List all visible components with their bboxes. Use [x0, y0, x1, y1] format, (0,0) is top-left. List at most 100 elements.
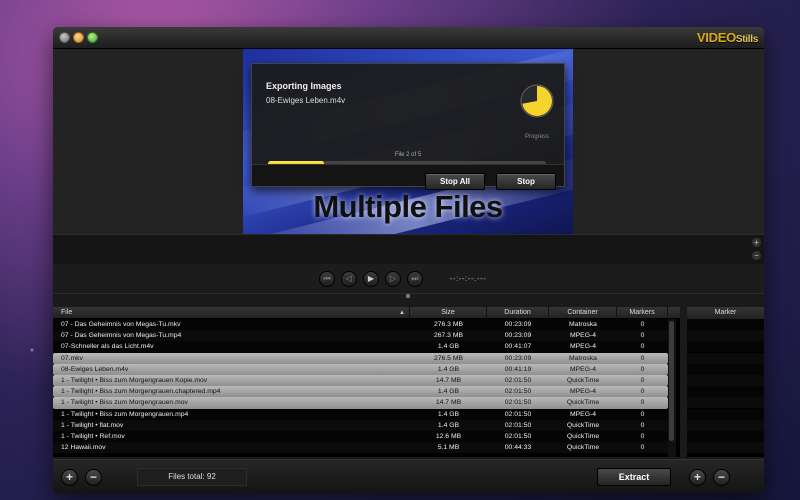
column-file[interactable]: File ▲: [53, 307, 410, 319]
zoom-in-button[interactable]: +: [752, 238, 761, 247]
skip-to-start-icon[interactable]: ⏮: [319, 271, 335, 287]
table-row[interactable]: 1 - Twilight • Biss zum Morgengrauen.mp4…: [53, 408, 668, 420]
export-current-file: 08-Ewiges Leben.m4v: [266, 96, 346, 105]
step-forward-icon[interactable]: ▷: [385, 271, 401, 287]
cell-container: QuickTime: [566, 444, 600, 452]
table-row[interactable]: 1 - Twilight • Ref.mov 12.6 MB 02:01:50 Qui…: [53, 430, 668, 443]
column-duration[interactable]: Duration: [487, 307, 549, 319]
cell-file: 07 - Das Geheimnis von Megas-Tu.mp4: [61, 332, 182, 340]
table-row[interactable]: 07 - Das Geheimnis von Megas-Tu.mkv 276.3…: [53, 319, 668, 331]
table-scrollbar[interactable]: [668, 319, 676, 457]
marker-row[interactable]: [687, 408, 764, 420]
cell-container: MPEG-4: [569, 343, 597, 351]
extract-button[interactable]: Extract: [597, 468, 671, 486]
cell-size: 276.3 MB: [433, 321, 464, 328]
cell-file: 1 - Twilight • Biss zum Morgengrauen.cha…: [61, 388, 221, 396]
marker-row[interactable]: [687, 419, 764, 431]
table-row[interactable]: 1 - Twilight • Biss zum Morgengrauen Kop…: [53, 374, 668, 387]
cell-markers: 0: [640, 444, 645, 452]
skip-to-end-icon[interactable]: ⏭: [407, 271, 423, 287]
table-row[interactable]: 07-Schneller als das Licht.m4v 1.4 GB 00:4…: [53, 341, 668, 353]
marker-row[interactable]: [687, 363, 764, 375]
table-row[interactable]: 07.mkv 276.5 MB 00:23:09 Matroska 0: [53, 352, 668, 364]
column-file-label: File: [61, 309, 73, 316]
cell-duration: 02:01:50: [504, 388, 532, 396]
cell-duration: 02:01:50: [504, 376, 532, 384]
stop-button[interactable]: Stop: [496, 173, 556, 190]
marker-row[interactable]: [687, 341, 764, 353]
zoom-out-button[interactable]: −: [752, 251, 761, 260]
column-container[interactable]: Container: [549, 307, 617, 319]
cell-duration: 02:01:50: [504, 421, 532, 429]
cell-markers: 0: [640, 432, 645, 440]
cell-size: 1.4 GB: [437, 421, 460, 429]
marker-row[interactable]: [687, 375, 764, 386]
video-viewer: Multiple Files Exporting Images 08-Ewige…: [53, 49, 764, 237]
close-window-button[interactable]: [59, 32, 70, 43]
cell-size: 1.4 GB: [437, 410, 460, 418]
cell-file: 1 - Twilight • Biss zum Morgengrauen Kop…: [61, 376, 208, 384]
table-row[interactable]: 1 - Twilight • Biss zum Morgengrauen.cha…: [53, 386, 668, 398]
table-row[interactable]: 1 - Twilight • flat.mov 1.4 GB 02:01:50 Qui…: [53, 419, 668, 431]
stop-all-button[interactable]: Stop All: [425, 173, 485, 190]
table-row[interactable]: 1 - Twilight • Biss zum Morgengrauen.mov…: [53, 397, 668, 409]
timeline-strip[interactable]: [53, 234, 764, 264]
marker-row[interactable]: [687, 442, 764, 454]
cell-markers: 0: [640, 343, 645, 351]
column-size[interactable]: Size: [410, 307, 487, 319]
split-resize-handle[interactable]: [406, 294, 410, 298]
cell-size: 1.4 GB: [437, 365, 460, 373]
table-row[interactable]: 08-Ewiges Leben.m4v 1.4 GB 00:41:19 MPEG-4 0: [53, 363, 668, 375]
cell-markers: 0: [640, 332, 645, 340]
app-logo: VIDEOStills: [697, 30, 758, 45]
marker-row[interactable]: [687, 386, 764, 398]
timecode-display: --:--:--.---: [449, 274, 487, 283]
app-window: VIDEOStills Multiple Files Exporting Ima…: [53, 27, 764, 493]
logo-main: VIDEO: [696, 30, 736, 45]
add-marker-button[interactable]: +: [689, 469, 706, 486]
remove-marker-button[interactable]: −: [713, 469, 730, 486]
transport-controls: ⏮ ◁ ▶ ▷ ⏭ --:--:--.---: [53, 264, 764, 294]
export-title: Exporting Images: [266, 81, 342, 91]
cell-markers: 0: [640, 399, 645, 407]
add-file-button[interactable]: +: [61, 469, 78, 486]
cell-container: Matroska: [569, 354, 597, 362]
marker-row[interactable]: [687, 431, 764, 442]
cell-file: 1 - Twilight • flat.mov: [61, 421, 124, 429]
zoom-window-button[interactable]: [87, 32, 98, 43]
remove-file-button[interactable]: −: [85, 469, 102, 486]
table-row[interactable]: 07 - Das Geheimnis von Megas-Tu.mp4 267.3…: [53, 330, 668, 342]
cell-file: 1 - Twilight • Ref.mov: [61, 432, 125, 440]
cell-file: 08-Ewiges Leben.m4v: [61, 365, 129, 373]
play-icon[interactable]: ▶: [363, 271, 379, 287]
cell-markers: 0: [640, 388, 645, 396]
cell-file: 1 - Twilight • Biss zum Morgengrauen.mov: [61, 399, 188, 407]
file-counter: File 2 of 5: [394, 152, 422, 158]
cell-container: MPEG-4: [569, 332, 597, 340]
cell-file: 07.mkv: [61, 354, 83, 362]
logo-sub: Stills: [735, 34, 758, 45]
marker-row[interactable]: [687, 319, 764, 330]
cell-size: 1.4 GB: [437, 388, 460, 396]
cell-duration: 00:23:09: [504, 321, 532, 328]
step-back-icon[interactable]: ◁: [341, 271, 357, 287]
cell-file: 07-Schneller als das Licht.m4v: [61, 343, 154, 351]
marker-panel: Marker: [687, 307, 764, 457]
cell-markers: 0: [640, 354, 645, 362]
marker-row[interactable]: [687, 330, 764, 342]
cell-duration: 02:01:50: [504, 410, 532, 418]
progress-pie-icon: [520, 84, 554, 118]
table-header: File ▲ Size Duration Container Markers: [53, 307, 680, 319]
cell-container: MPEG-4: [569, 365, 597, 373]
column-markers[interactable]: Markers: [617, 307, 668, 319]
cell-container: MPEG-4: [569, 410, 597, 418]
minimize-window-button[interactable]: [73, 32, 84, 43]
table-row[interactable]: 12 Hawaii.mov 5.1 MB 00:44:33 QuickTime 0: [53, 442, 668, 454]
cell-duration: 00:41:19: [504, 365, 532, 373]
marker-row[interactable]: [687, 352, 764, 364]
table-scrollbar-thumb[interactable]: [669, 321, 674, 441]
cell-size: 14.7 MB: [435, 376, 462, 384]
bottom-toolbar: + − Files total: 92 Extract + −: [53, 459, 764, 493]
cell-file: 1 - Twilight • Biss zum Morgengrauen.mp4: [61, 410, 189, 418]
marker-row[interactable]: [687, 397, 764, 409]
